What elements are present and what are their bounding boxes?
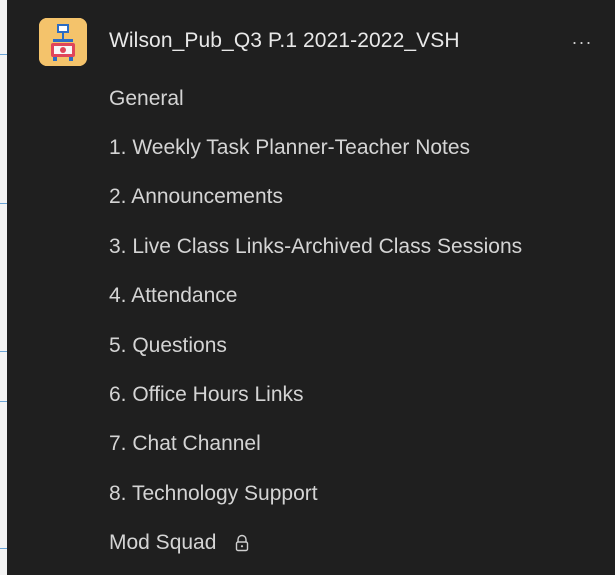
divider bbox=[0, 203, 7, 204]
channel-item-announcements[interactable]: 2. Announcements bbox=[7, 173, 615, 222]
channel-list: General 1. Weekly Task Planner-Teacher N… bbox=[7, 74, 615, 568]
left-edge-strip bbox=[0, 0, 7, 575]
channel-label: 1. Weekly Task Planner-Teacher Notes bbox=[109, 136, 471, 160]
divider bbox=[0, 401, 7, 402]
channel-item-weekly-task-planner[interactable]: 1. Weekly Task Planner-Teacher Notes bbox=[7, 123, 615, 172]
channel-label: General bbox=[109, 86, 184, 110]
more-options-icon: ··· bbox=[571, 31, 593, 52]
channel-item-office-hours-links[interactable]: 6. Office Hours Links bbox=[7, 370, 615, 419]
window: Wilson_Pub_Q3 P.1 2021-2022_VSH ··· Gene… bbox=[0, 0, 615, 575]
channel-label: Mod Squad bbox=[109, 531, 217, 555]
channel-item-attendance[interactable]: 4. Attendance bbox=[7, 272, 615, 321]
easel-icon bbox=[39, 18, 87, 66]
channel-item-chat-channel[interactable]: 7. Chat Channel bbox=[7, 420, 615, 469]
channel-item-live-class-links[interactable]: 3. Live Class Links-Archived Class Sessi… bbox=[7, 222, 615, 271]
channel-item-questions[interactable]: 5. Questions bbox=[7, 321, 615, 370]
channel-label: 3. Live Class Links-Archived Class Sessi… bbox=[109, 234, 523, 258]
channel-label: 4. Attendance bbox=[109, 284, 238, 308]
channel-label: 8. Technology Support bbox=[109, 481, 318, 505]
divider bbox=[0, 548, 7, 549]
divider bbox=[0, 54, 7, 55]
more-options-button[interactable]: ··· bbox=[567, 30, 597, 54]
channel-item-technology-support[interactable]: 8. Technology Support bbox=[7, 469, 615, 518]
channel-item-mod-squad[interactable]: Mod Squad bbox=[7, 519, 615, 568]
team-panel: Wilson_Pub_Q3 P.1 2021-2022_VSH ··· Gene… bbox=[7, 0, 615, 575]
team-header[interactable]: Wilson_Pub_Q3 P.1 2021-2022_VSH ··· bbox=[7, 16, 615, 68]
divider bbox=[0, 351, 7, 352]
team-name: Wilson_Pub_Q3 P.1 2021-2022_VSH bbox=[109, 29, 460, 52]
channel-label: 5. Questions bbox=[109, 333, 227, 357]
channel-label: 7. Chat Channel bbox=[109, 432, 261, 456]
channel-label: 6. Office Hours Links bbox=[109, 383, 304, 407]
channel-item-general[interactable]: General bbox=[7, 74, 615, 123]
channel-label: 2. Announcements bbox=[109, 185, 283, 209]
lock-icon bbox=[234, 534, 250, 552]
